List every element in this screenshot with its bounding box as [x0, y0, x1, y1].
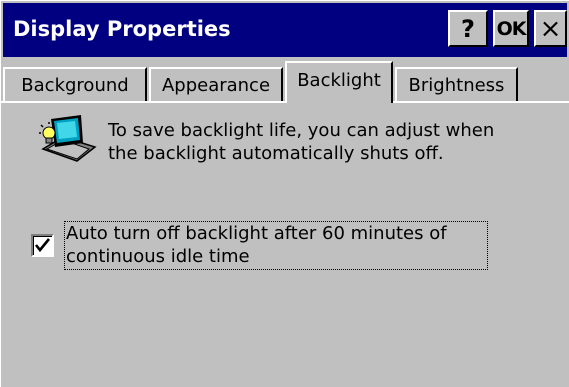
display-properties-window: Display Properties ? OK × Background App…	[0, 0, 569, 387]
tab-brightness[interactable]: Brightness	[395, 67, 518, 101]
tab-label: Appearance	[161, 74, 271, 96]
tab-label: Background	[21, 74, 129, 96]
auto-off-label[interactable]: Auto turn off backlight after 60 minutes…	[64, 221, 488, 270]
backlight-info-text: To save backlight life, you can adjust w…	[108, 119, 558, 165]
info-line: To save backlight life, you can adjust w…	[108, 120, 495, 141]
title-bar: Display Properties ? OK ×	[3, 3, 567, 57]
checkmark-icon	[34, 238, 51, 253]
close-icon: ×	[539, 13, 562, 44]
tab-backlight[interactable]: Backlight	[285, 61, 393, 103]
tab-label: Brightness	[408, 74, 505, 96]
laptop-backlight-icon	[37, 113, 97, 165]
close-button[interactable]: ×	[534, 10, 567, 47]
auto-off-checkbox[interactable]	[31, 234, 54, 257]
help-button[interactable]: ?	[448, 10, 488, 47]
info-line: the backlight automatically shuts off.	[108, 143, 444, 164]
tab-background[interactable]: Background	[3, 67, 147, 101]
tab-appearance[interactable]: Appearance	[149, 67, 283, 101]
ok-button[interactable]: OK	[493, 10, 529, 47]
tab-label: Backlight	[297, 69, 381, 91]
ok-button-label: OK	[496, 17, 527, 40]
window-title: Display Properties	[13, 17, 231, 41]
help-icon: ?	[461, 14, 475, 43]
auto-off-line: continuous idle time	[66, 246, 250, 267]
auto-off-line: Auto turn off backlight after 60 minutes…	[66, 223, 447, 244]
